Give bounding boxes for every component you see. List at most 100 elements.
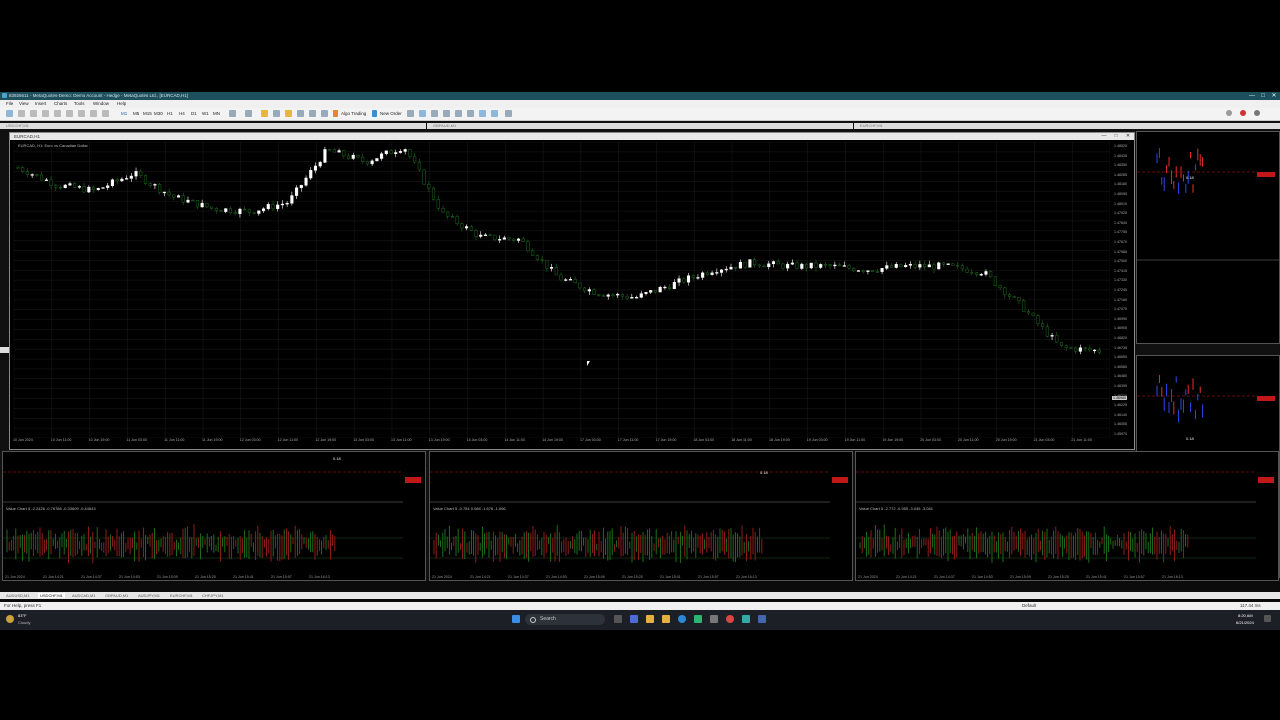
candle-body [455, 216, 459, 224]
menu-charts[interactable]: Charts [54, 101, 67, 106]
indicators-icon[interactable] [245, 110, 252, 117]
tab-usdchf[interactable]: USDCHF,M1 [38, 593, 65, 598]
timeframe-m30[interactable]: M30 [154, 111, 163, 116]
templates-icon[interactable] [261, 110, 268, 117]
main-chart-minimize-button[interactable]: — [1100, 133, 1108, 140]
tab-eurchf[interactable]: EURCHF,M1 [170, 593, 193, 598]
new-order-icon[interactable] [372, 110, 377, 117]
timeframe-d1[interactable]: D1 [191, 111, 197, 116]
objects-icon[interactable] [273, 110, 280, 117]
horizontal-line-icon[interactable] [42, 110, 49, 117]
depth-of-market-icon[interactable] [407, 110, 414, 117]
text-icon[interactable] [90, 110, 97, 117]
new-order-button[interactable]: New Order [380, 111, 402, 116]
shapes-icon[interactable] [102, 110, 109, 117]
subchart-usdchf[interactable]: 21 Jun 2024 21 Jun 14:21 21 Jun 14:37 21 Ju… [2, 451, 426, 581]
vps-icon[interactable] [309, 110, 316, 117]
tile-windows-icon[interactable] [467, 110, 474, 117]
child-window-audusd-titlebar[interactable] [0, 347, 9, 353]
file-explorer-icon[interactable] [646, 615, 654, 623]
child-window-usdchf-titlebar[interactable]: USDCHF,M1 [0, 123, 426, 129]
search-icon[interactable] [1226, 110, 1232, 116]
store-icon[interactable] [694, 615, 702, 623]
screenshot-icon[interactable] [505, 110, 512, 117]
notification-center-icon[interactable] [1264, 615, 1271, 622]
market-icon[interactable] [285, 110, 292, 117]
candle-body [247, 209, 251, 213]
price-axis-tick: 1.48095 [1114, 192, 1127, 196]
fibonacci-icon[interactable] [78, 110, 85, 117]
chart-type-icon[interactable] [229, 110, 236, 117]
tab-audusd[interactable]: AUDUSD,M1 [6, 593, 30, 598]
tab-chfjpy[interactable]: CHFJPY,M1 [202, 593, 224, 598]
metatrader-logo-icon [2, 93, 7, 98]
menu-help[interactable]: Help [117, 101, 126, 106]
channel-icon[interactable] [66, 110, 73, 117]
timeframe-h1[interactable]: H1 [167, 111, 173, 116]
account-icon[interactable] [1254, 110, 1260, 116]
subchart-usdchf-marker: 0.18 [333, 456, 341, 461]
menu-tools[interactable]: Tools [74, 101, 85, 106]
time-axis-tick: 14 Jun 11:00 [504, 438, 525, 442]
taskbar-search-box[interactable]: Search [525, 614, 605, 625]
ask-price-box [832, 477, 848, 483]
grid-icon[interactable] [479, 110, 486, 117]
timeframe-h4[interactable]: H4 [179, 111, 185, 116]
windows-start-icon[interactable] [512, 615, 520, 623]
menu-insert[interactable]: Insert [35, 101, 46, 106]
vertical-line-icon[interactable] [30, 110, 37, 117]
main-chart-maximize-button[interactable]: □ [1112, 133, 1120, 140]
candle-body [781, 263, 785, 269]
algo-trading-button[interactable]: Algo Trading [341, 111, 366, 116]
tab-audjpy[interactable]: AUDJPY,M1 [138, 593, 160, 598]
task-view-icon[interactable] [614, 615, 622, 623]
chat-icon[interactable] [630, 615, 638, 623]
autoscroll-icon[interactable] [419, 110, 426, 117]
zoom-out-icon[interactable] [455, 110, 462, 117]
algo-trading-icon[interactable] [333, 110, 338, 117]
child-window-eurchf-titlebar[interactable]: EURCHF,M1 [854, 123, 1280, 129]
tab-audcad[interactable]: AUDCAD,M1 [72, 593, 96, 598]
candle-body [814, 262, 818, 268]
volumes-icon[interactable] [491, 110, 498, 117]
metatrader5-taskbar-icon[interactable] [758, 615, 766, 623]
new-chart-icon[interactable] [6, 110, 13, 117]
close-button[interactable]: ✕ [1269, 92, 1279, 100]
candle-body [913, 263, 917, 268]
menu-view[interactable]: View [19, 101, 29, 106]
timeframe-mn[interactable]: MN [213, 111, 220, 116]
main-chart-close-button[interactable]: ✕ [1124, 133, 1132, 140]
minimize-button[interactable]: — [1247, 92, 1257, 100]
metatrader-taskbar-icon[interactable] [742, 615, 750, 623]
crosshair-icon[interactable] [18, 110, 25, 117]
timeframe-m1[interactable]: M1 [121, 111, 127, 116]
timeframe-w1[interactable]: W1 [202, 111, 209, 116]
subchart-eurchf[interactable]: 21 Jun 2024 21 Jun 14:21 21 Jun 14:37 21 Ju… [855, 451, 1279, 581]
edge-icon[interactable] [678, 615, 686, 623]
signals-icon[interactable] [297, 110, 304, 117]
child-window-gbpaud-titlebar[interactable]: GBPAUD,M1 [427, 123, 853, 129]
menu-window[interactable]: Window [93, 101, 109, 106]
zoom-in-icon[interactable] [443, 110, 450, 117]
candle-body [696, 277, 700, 279]
metaeditor-icon[interactable] [321, 110, 328, 117]
main-price-chart[interactable] [14, 142, 1110, 438]
trendline-icon[interactable] [54, 110, 61, 117]
subchart-time-tick: 21 Jun 2024 [5, 575, 25, 579]
price-scale-bg [403, 452, 425, 580]
notifications-icon[interactable] [1240, 110, 1246, 116]
subchart-gbpaud[interactable]: 21 Jun 2024 21 Jun 14:21 21 Jun 14:37 21 Ju… [429, 451, 853, 581]
maximize-button[interactable]: □ [1258, 92, 1268, 100]
right-upper-chart[interactable] [1136, 131, 1280, 344]
tab-gbpaud[interactable]: GBPAUD,M1 [105, 593, 128, 598]
timeframe-m5[interactable]: M5 [133, 111, 139, 116]
folder-icon[interactable] [662, 615, 670, 623]
timeframe-m15[interactable]: M15 [143, 111, 152, 116]
chart-shift-icon[interactable] [431, 110, 438, 117]
time-axis-tick: 10 Jun 19:00 [88, 438, 110, 442]
main-chart-window[interactable]: EURCAD,H1 — □ ✕ EURCAD, H1: Euro vs Cana… [9, 132, 1135, 450]
menu-file[interactable]: File [6, 101, 13, 106]
main-chart-titlebar[interactable]: EURCAD,H1 [10, 133, 1134, 140]
browser-icon[interactable] [726, 615, 734, 623]
app-icon[interactable] [710, 615, 718, 623]
